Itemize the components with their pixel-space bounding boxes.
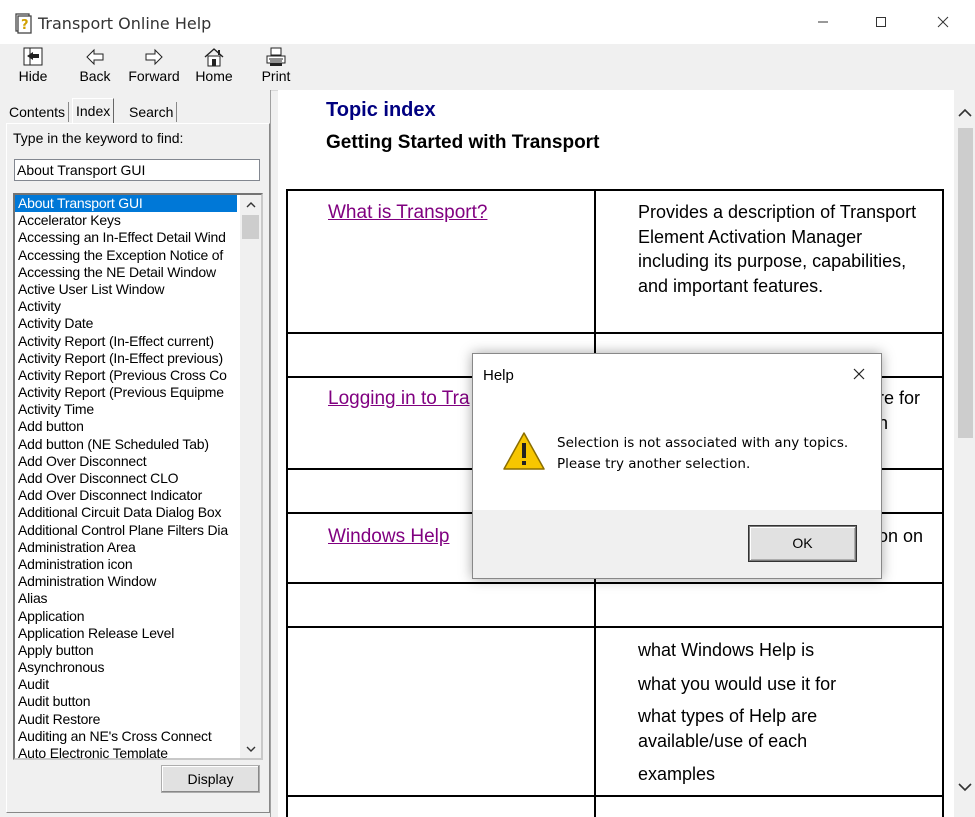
index-list[interactable]: About Transport GUI Accelerator Keys Acces…: [13, 193, 263, 760]
list-item[interactable]: Accessing an In-Effect Detail Wind: [15, 229, 237, 246]
navigation-pane: Contents Index Search Type in the keywor…: [0, 90, 271, 817]
tab-index[interactable]: Index: [72, 98, 115, 123]
tab-search[interactable]: Search: [126, 102, 178, 122]
home-icon: [192, 47, 236, 67]
list-item[interactable]: Administration icon: [15, 556, 237, 573]
list-item[interactable]: Auto Electronic Template: [15, 745, 237, 758]
list-item: what you would use it for: [638, 674, 837, 694]
index-list-items: About Transport GUI Accelerator Keys Acces…: [15, 195, 237, 758]
list-item: examples: [638, 764, 716, 784]
content-scrollbar[interactable]: [954, 90, 975, 817]
forward-button[interactable]: Forward: [126, 46, 182, 88]
list-item[interactable]: Additional Circuit Data Dialog Box: [15, 504, 237, 521]
list-item[interactable]: Active User List Window: [15, 281, 237, 298]
list-item[interactable]: Audit button: [15, 693, 237, 710]
list-item[interactable]: Add Over Disconnect Indicator: [15, 487, 237, 504]
dialog-message-line1: Selection is not associated with any top…: [557, 435, 849, 451]
print-label: Print: [261, 68, 291, 84]
list-item[interactable]: Activity Time: [15, 401, 237, 418]
index-list-scrollbar[interactable]: [240, 195, 261, 758]
list-item[interactable]: Add button (NE Scheduled Tab): [15, 436, 237, 453]
print-button[interactable]: Print: [257, 46, 295, 88]
page-title: Topic index: [326, 99, 436, 121]
tab-search-label: Search: [129, 104, 174, 120]
home-label: Home: [195, 68, 233, 84]
keyword-input[interactable]: About Transport GUI: [14, 159, 260, 181]
maximize-button[interactable]: [858, 8, 904, 36]
list-item[interactable]: Additional Control Plane Filters Dia: [15, 522, 237, 539]
forward-label: Forward: [128, 68, 180, 84]
help-dialog: Help Selection is not associated with an…: [472, 353, 882, 579]
list-item[interactable]: Activity: [15, 298, 237, 315]
scroll-thumb[interactable]: [958, 128, 973, 438]
list-item[interactable]: Add Over Disconnect: [15, 453, 237, 470]
dialog-message: Selection is not associated with any top…: [557, 433, 848, 475]
list-item[interactable]: Activity Date: [15, 315, 237, 332]
back-button[interactable]: Back: [75, 46, 115, 88]
list-item[interactable]: Application: [15, 608, 237, 625]
list-item[interactable]: Activity Report (In-Effect current): [15, 333, 237, 350]
toolbar: Hide Back Forward Home Print: [0, 44, 975, 91]
help-book-icon: ?: [13, 12, 33, 34]
list-item[interactable]: Audit Restore: [15, 711, 237, 728]
svg-text:?: ?: [21, 18, 29, 33]
topic-link-what-is-transport[interactable]: What is Transport?: [328, 202, 487, 224]
list-item[interactable]: Accelerator Keys: [15, 212, 237, 229]
list-item[interactable]: Alias: [15, 590, 237, 607]
scroll-thumb[interactable]: [242, 215, 259, 239]
list-item[interactable]: About Transport GUI: [15, 195, 237, 213]
scroll-down-icon[interactable]: [240, 740, 261, 757]
keyword-label: Type in the keyword to find:: [13, 130, 184, 146]
list-item[interactable]: Administration Area: [15, 539, 237, 556]
dialog-title: Help: [483, 367, 514, 384]
hide-label: Hide: [18, 68, 48, 84]
ok-button[interactable]: OK: [749, 526, 856, 561]
topic-link-windows-help[interactable]: Windows Help: [328, 526, 449, 548]
list-item[interactable]: Auditing an NE's Cross Connect: [15, 728, 237, 745]
list-item[interactable]: Add Over Disconnect CLO: [15, 470, 237, 487]
list-item[interactable]: Activity Report (In-Effect previous): [15, 350, 237, 367]
list-item[interactable]: Add button: [15, 418, 237, 435]
list-item[interactable]: Apply button: [15, 642, 237, 659]
printer-icon: [257, 47, 295, 67]
scroll-up-icon[interactable]: [958, 106, 972, 121]
tab-contents[interactable]: Contents: [6, 102, 70, 122]
topic-description: Provides a description of Transport Elem…: [638, 202, 917, 296]
hide-icon: [14, 47, 52, 67]
list-item[interactable]: Asynchronous: [15, 659, 237, 676]
list-item[interactable]: Activity Report (Previous Cross Co: [15, 367, 237, 384]
list-item[interactable]: Administration Window: [15, 573, 237, 590]
list-item: what Windows Help is: [638, 640, 815, 660]
back-arrow-icon: [75, 47, 115, 67]
close-icon[interactable]: [849, 364, 869, 384]
hide-button[interactable]: Hide: [14, 46, 52, 88]
list-item[interactable]: Accessing the Exception Notice of: [15, 247, 237, 264]
topic-description-partial: on on: [878, 526, 924, 546]
list-item[interactable]: Activity Report (Previous Equipme: [15, 384, 237, 401]
scroll-up-icon[interactable]: [240, 196, 261, 213]
warning-icon: [502, 431, 546, 474]
home-button[interactable]: Home: [192, 46, 236, 88]
list-item[interactable]: Application Release Level: [15, 625, 237, 642]
minimize-button[interactable]: [800, 8, 846, 36]
list-item[interactable]: Accessing the NE Detail Window: [15, 264, 237, 281]
page-subtitle: Getting Started with Transport: [326, 132, 600, 153]
tab-index-label: Index: [76, 103, 111, 119]
dialog-message-line2: Please try another selection.: [557, 456, 751, 472]
title-bar: ? Transport Online Help: [0, 0, 975, 44]
forward-arrow-icon: [126, 47, 182, 67]
display-button[interactable]: Display: [161, 765, 260, 793]
back-label: Back: [79, 68, 111, 84]
window-title: Transport Online Help: [38, 14, 212, 33]
list-item: what types of Help are available/use of …: [638, 706, 818, 751]
list-item[interactable]: Audit: [15, 676, 237, 693]
tab-contents-label: Contents: [9, 104, 66, 120]
dialog-footer: OK: [473, 510, 881, 578]
close-button[interactable]: [920, 8, 966, 36]
topic-description-partial: re for n: [878, 388, 921, 433]
topic-link-logging-in[interactable]: Logging in to Tra: [328, 388, 470, 410]
index-tab-panel: Type in the keyword to find: About Trans…: [6, 123, 270, 813]
scroll-down-icon[interactable]: [958, 780, 972, 795]
